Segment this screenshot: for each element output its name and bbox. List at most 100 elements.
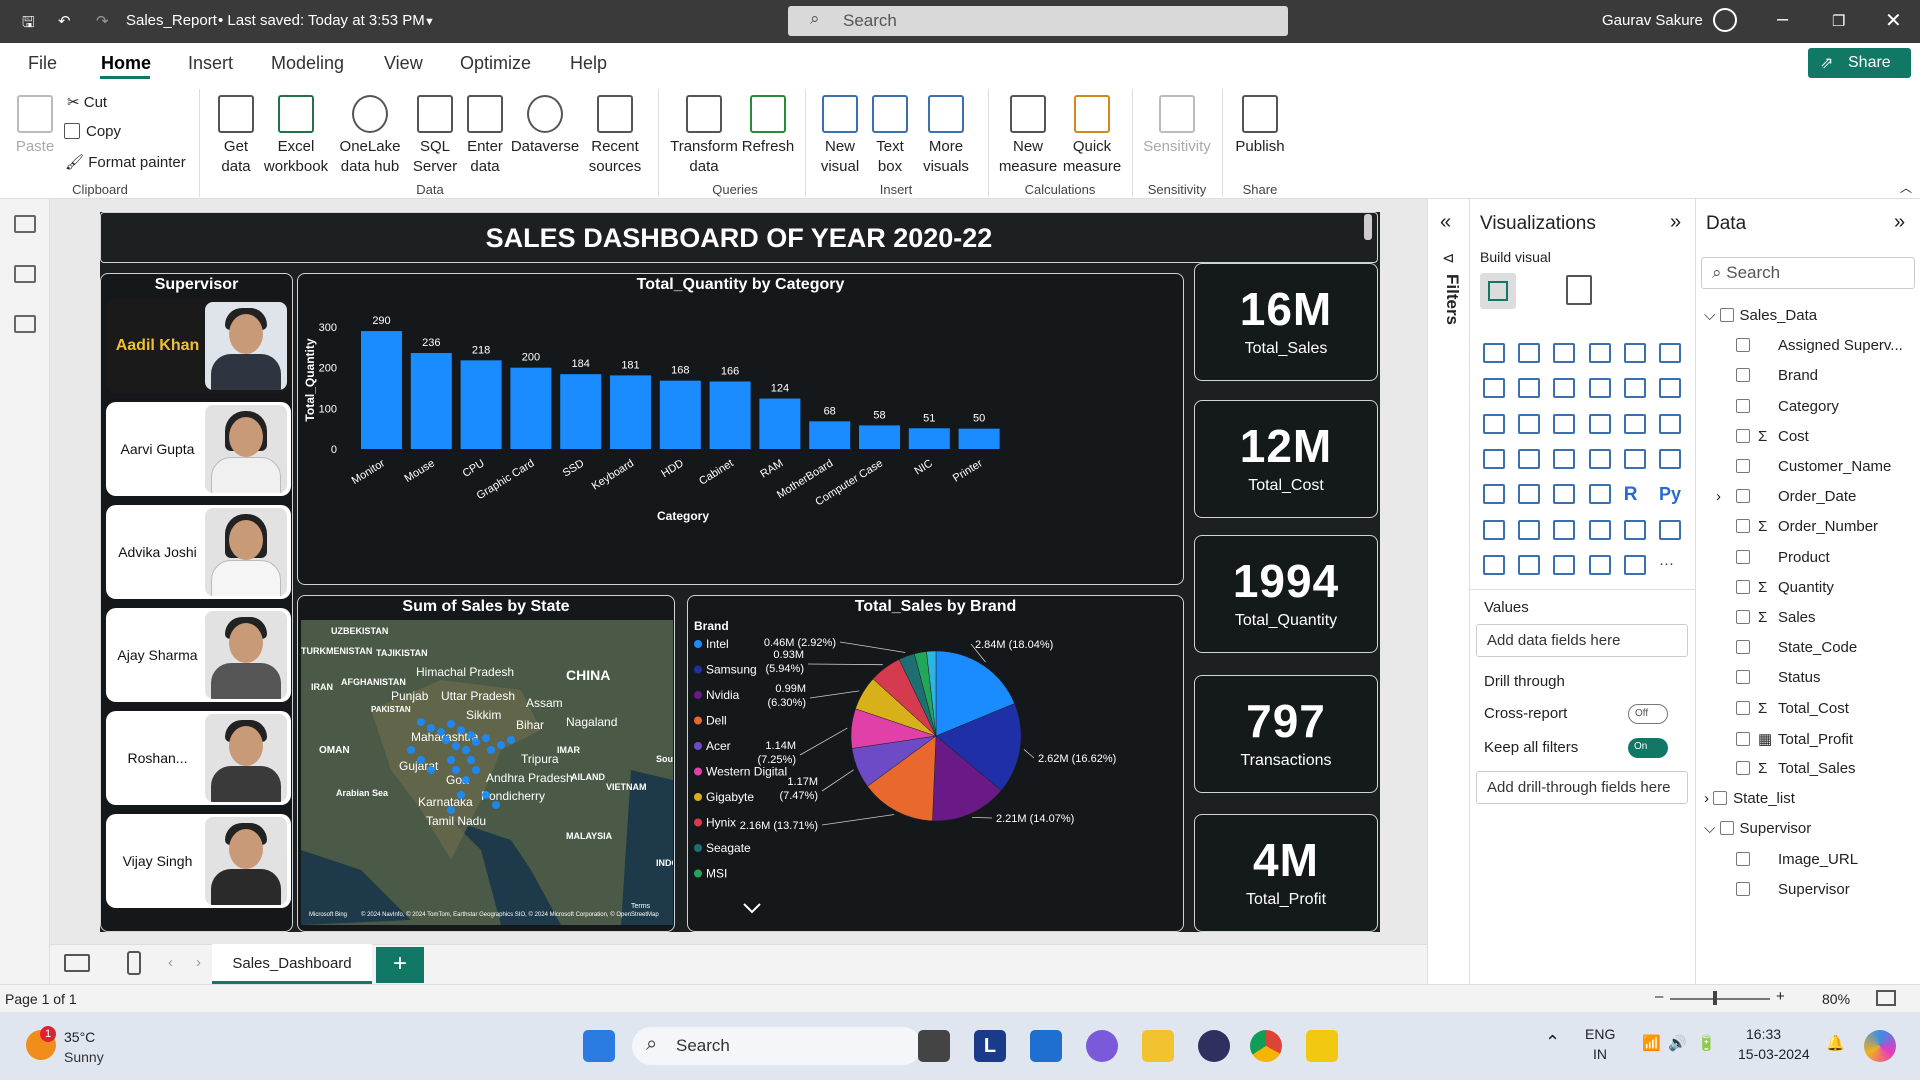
field-checkbox[interactable] (1736, 851, 1750, 866)
bar-chart-panel[interactable]: Total_Quantity by Category 0 100 200 300 Tot… (297, 273, 1184, 585)
app-icon[interactable] (1198, 1030, 1230, 1062)
field-item[interactable]: Σ Total_Sales (1736, 760, 1856, 777)
power-apps-visual-icon[interactable] (1483, 554, 1505, 575)
narrative-visual-icon[interactable] (1588, 519, 1611, 540)
tab-file[interactable]: File (28, 53, 57, 74)
supervisor-card[interactable]: Aadil Khan (106, 299, 291, 393)
line-stacked-visual-icon[interactable] (1623, 378, 1646, 399)
report-view-icon[interactable] (14, 215, 36, 233)
field-item[interactable]: Σ Sales (1736, 609, 1816, 626)
mobile-layout-icon[interactable] (127, 951, 141, 975)
enter-data-button[interactable]: Enter data (462, 95, 508, 177)
add-data-fields[interactable]: Add data fields here (1476, 624, 1688, 657)
dataverse-button[interactable]: Dataverse (508, 95, 582, 157)
area-visual-icon[interactable] (1518, 378, 1541, 399)
search-input[interactable]: ⌕ Search (788, 6, 1288, 36)
filters-pane[interactable]: « ⊲ Filters (1427, 199, 1469, 984)
chevron-down-icon[interactable]: ▼ (424, 16, 435, 28)
supervisor-card[interactable]: Advika Joshi (106, 505, 291, 599)
pie-chart-panel[interactable]: Total_Sales by Brand 2.84M (18.04%) 2.62M… (687, 595, 1184, 932)
region[interactable]: IN (1593, 1046, 1607, 1062)
cut-button[interactable]: ✂ Cut (67, 93, 107, 111)
zoom-out-icon[interactable]: – (1655, 988, 1663, 1005)
collapse-ribbon-icon[interactable]: ︿ (1900, 179, 1912, 196)
supervisor-card[interactable]: Aarvi Gupta (106, 402, 291, 496)
field-checkbox[interactable] (1736, 338, 1750, 353)
add-drill-through-fields[interactable]: Add drill-through fields here (1476, 771, 1688, 804)
wifi-icon[interactable]: 📶 (1642, 1034, 1661, 1052)
more-visuals-button[interactable]: More visuals (914, 95, 978, 177)
supervisor-card[interactable]: Ajay Sharma (106, 608, 291, 702)
field-item[interactable]: Assigned Superv... (1736, 337, 1903, 354)
chevron-right-icon[interactable]: › (1716, 488, 1721, 505)
expand-icon[interactable]: « (1440, 211, 1451, 234)
tab-sales-dashboard[interactable]: Sales_Dashboard (212, 944, 372, 984)
publish-button[interactable]: Publish (1230, 95, 1290, 157)
map-panel[interactable]: Sum of Sales by State UZBEKISTAN TURKMENI… (297, 595, 675, 932)
field-item[interactable]: Supervisor (1736, 881, 1850, 898)
card-visual-icon[interactable] (1623, 448, 1646, 469)
tab-view[interactable]: View (384, 53, 423, 74)
onelake-button[interactable]: OneLake data hub (332, 95, 408, 177)
close-icon[interactable]: ✕ (1885, 8, 1902, 33)
table-view-icon[interactable] (14, 265, 36, 283)
decomposition-tree-visual-icon[interactable] (1518, 519, 1541, 540)
kpi-visual-icon[interactable] (1483, 484, 1505, 505)
flow-visual-icon[interactable] (1623, 554, 1646, 575)
field-item[interactable]: Category (1736, 398, 1839, 415)
restore-icon[interactable]: ❐ (1832, 12, 1845, 30)
bell-icon[interactable]: 🔔 (1826, 1034, 1845, 1052)
scrollbar[interactable] (1364, 214, 1372, 240)
qa-visual-icon[interactable] (1553, 519, 1576, 540)
kpi-transactions[interactable]: 797 Transactions (1194, 675, 1378, 793)
diamond-visual-icon[interactable] (1588, 554, 1611, 575)
field-checkbox[interactable] (1736, 428, 1750, 443)
mail-icon[interactable] (1030, 1030, 1062, 1062)
chevron-right-icon[interactable]: › (1704, 790, 1713, 807)
chevron-down-icon[interactable]: ⌵ (1704, 307, 1720, 324)
format-painter-button[interactable]: 🖌 Format painter (65, 153, 186, 171)
paginated-visual-icon[interactable] (1623, 519, 1646, 540)
get-data-button[interactable]: Get data (208, 95, 264, 177)
stacked-area-visual-icon[interactable] (1553, 378, 1576, 399)
filled-map-visual-icon[interactable] (1518, 448, 1541, 469)
zoom-thumb[interactable] (1713, 991, 1717, 1005)
field-item[interactable]: Customer_Name (1736, 458, 1891, 475)
model-view-icon[interactable] (14, 315, 36, 333)
share-button[interactable]: ⇗ Share (1808, 48, 1911, 78)
ribbon-visual-icon[interactable] (1659, 378, 1681, 399)
field-item[interactable]: Product (1736, 549, 1830, 566)
task-view-icon[interactable] (918, 1030, 950, 1062)
field-item[interactable]: › Order_Date (1716, 488, 1856, 505)
sql-server-button[interactable]: SQL Server (410, 95, 460, 177)
collapse-icon[interactable]: » (1894, 211, 1905, 234)
clustered-column-visual-icon[interactable] (1518, 343, 1541, 363)
build-visual-tab[interactable] (1480, 273, 1516, 309)
clustered-bar-visual-icon[interactable] (1553, 343, 1576, 363)
kpi-total-quantity[interactable]: 1994 Total_Quantity (1194, 535, 1378, 653)
field-checkbox[interactable] (1736, 459, 1750, 473)
multi-row-card-visual-icon[interactable] (1659, 448, 1681, 469)
new-visual-button[interactable]: New visual (814, 95, 866, 177)
desktop-layout-icon[interactable] (64, 954, 90, 972)
keep-filters-toggle[interactable]: On (1628, 738, 1668, 758)
zoom-in-icon[interactable]: + (1776, 988, 1785, 1005)
table-node[interactable]: › State_list (1704, 790, 1795, 807)
key-influencers-visual-icon[interactable] (1483, 519, 1505, 540)
language[interactable]: ENG (1585, 1026, 1615, 1042)
minimize-icon[interactable]: – (1777, 8, 1788, 31)
field-checkbox[interactable] (1736, 670, 1750, 685)
chevron-down-icon[interactable]: ⌵ (1704, 820, 1720, 837)
funnel-visual-icon[interactable] (1518, 413, 1541, 434)
field-checkbox[interactable] (1736, 489, 1750, 504)
fit-page-icon[interactable] (1876, 990, 1896, 1006)
field-checkbox[interactable] (1736, 368, 1750, 383)
user-name[interactable]: Gaurav Sakure (1602, 12, 1703, 29)
table-node[interactable]: ⌵ Supervisor (1704, 820, 1811, 837)
prev-page-icon[interactable]: ‹ (168, 954, 173, 971)
more-visual-icon[interactable]: ··· (1659, 555, 1681, 575)
gauge-visual-icon[interactable] (1588, 448, 1611, 469)
field-item[interactable]: Σ Cost (1736, 428, 1809, 445)
matrix-visual-icon[interactable] (1588, 484, 1611, 505)
map-visual-icon[interactable] (1483, 448, 1505, 469)
